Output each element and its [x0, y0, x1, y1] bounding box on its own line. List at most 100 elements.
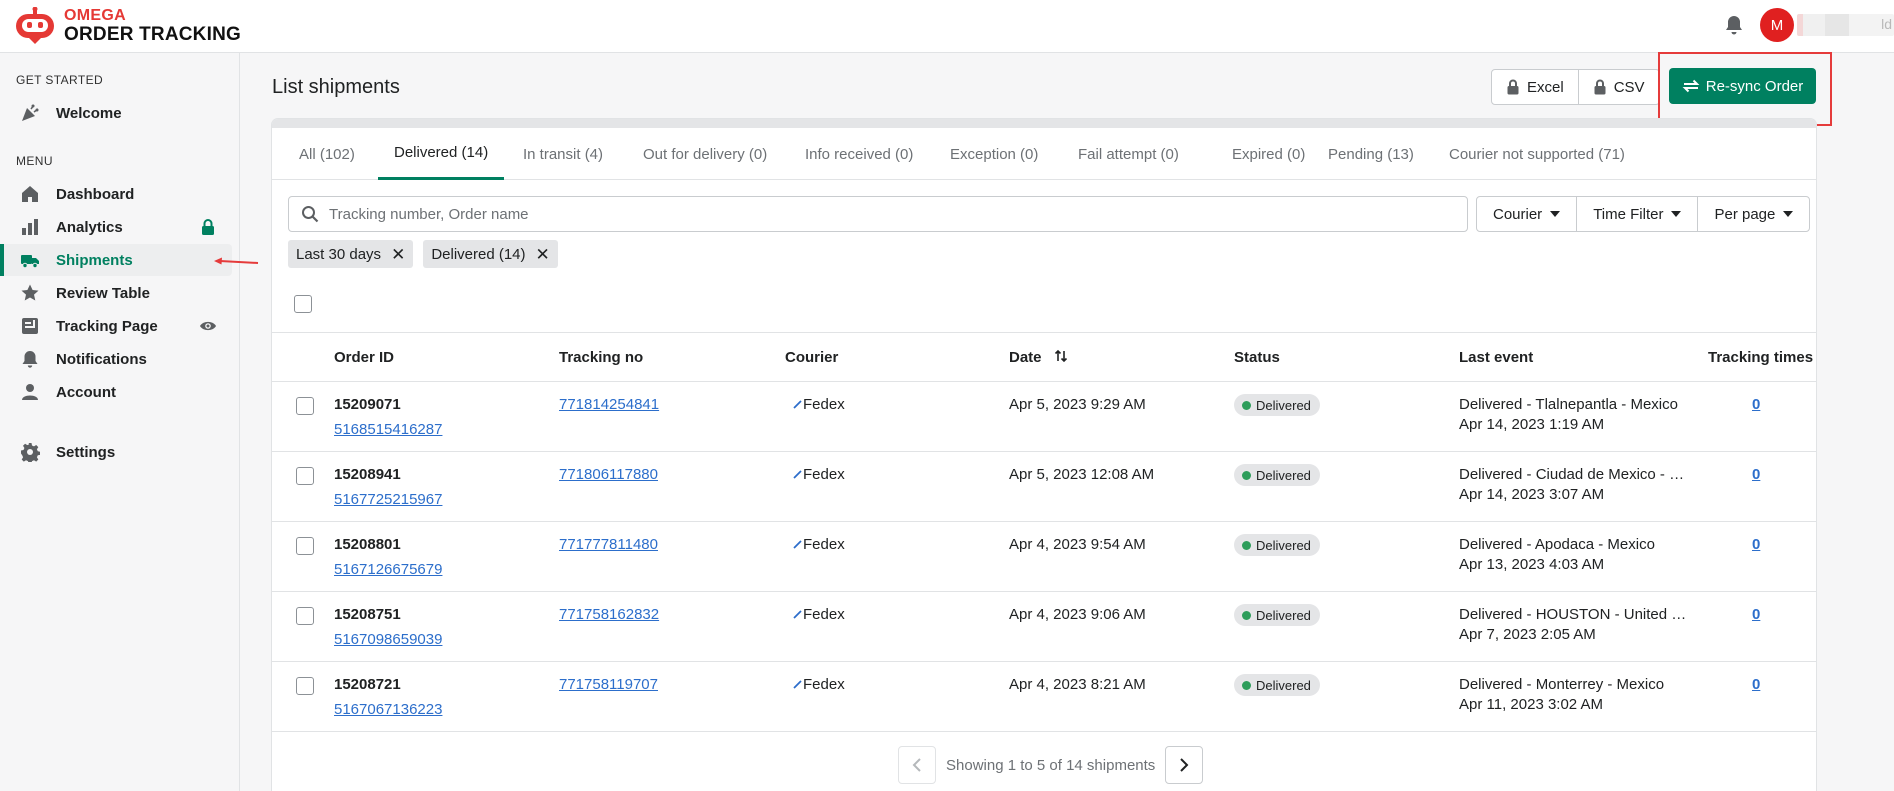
search-input[interactable]: [329, 205, 1429, 223]
last-event-text: Delivered - Monterrey - Mexico: [1459, 676, 1665, 693]
sidebar-item-review-table[interactable]: Review Table: [0, 277, 232, 309]
sidebar-item-shipments[interactable]: Shipments: [0, 244, 232, 276]
order-name-link[interactable]: 5167725215967: [334, 491, 442, 508]
user-name-blurred[interactable]: ld: [1797, 14, 1894, 36]
header-tracking-no: Tracking no: [559, 349, 644, 366]
tab-fail-attempt[interactable]: Fail attempt (0): [1062, 128, 1195, 180]
gear-icon: [20, 442, 41, 464]
sidebar-item-label: Notifications: [56, 350, 147, 368]
last-event-text: Delivered - Ciudad de Mexico - M...: [1459, 466, 1689, 483]
tracking-times-link[interactable]: 0: [1752, 676, 1760, 693]
close-icon[interactable]: ✕: [536, 246, 550, 263]
user-avatar[interactable]: M: [1760, 8, 1794, 42]
sidebar-item-analytics[interactable]: Analytics: [0, 211, 232, 243]
tracking-times-link[interactable]: 0: [1752, 536, 1760, 553]
excel-label: Excel: [1527, 78, 1564, 96]
tracking-times-link[interactable]: 0: [1752, 606, 1760, 623]
tracking-number-link[interactable]: 771777811480: [559, 536, 658, 553]
tracking-number-link[interactable]: 771758119707: [559, 676, 658, 693]
close-icon[interactable]: ✕: [391, 246, 405, 263]
sidebar-item-dashboard[interactable]: Dashboard: [0, 178, 232, 210]
pencil-icon: [793, 676, 803, 689]
sidebar-item-tracking-page[interactable]: Tracking Page: [0, 310, 232, 342]
shipments-card: All (102) Delivered (14) In transit (4) …: [272, 119, 1816, 791]
tab-pending[interactable]: Pending (13): [1312, 128, 1430, 180]
row-checkbox[interactable]: [296, 397, 314, 415]
status-label: Delivered: [1256, 467, 1311, 483]
row-checkbox[interactable]: [296, 607, 314, 625]
tracking-number-link[interactable]: 771806117880: [559, 466, 658, 483]
sidebar-item-welcome[interactable]: Welcome: [0, 97, 232, 129]
eye-icon[interactable]: [199, 317, 217, 335]
sidebar-item-account[interactable]: Account: [0, 376, 232, 408]
tab-info-received[interactable]: Info received (0): [789, 128, 929, 180]
tracking-times-link[interactable]: 0: [1752, 466, 1760, 483]
sidebar-item-label: Analytics: [56, 218, 123, 236]
courier-cell[interactable]: Fedex: [793, 606, 845, 623]
tab-all[interactable]: All (102): [283, 128, 371, 180]
row-checkbox[interactable]: [296, 537, 314, 555]
select-all-checkbox[interactable]: [294, 295, 312, 313]
table-row: 15209071 5168515416287 771814254841 Fede…: [272, 382, 1816, 452]
tab-out-for-delivery[interactable]: Out for delivery (0): [627, 128, 783, 180]
courier-filter-button[interactable]: Courier: [1477, 197, 1576, 231]
status-dot-icon: [1242, 610, 1251, 620]
sidebar-item-notifications[interactable]: Notifications: [0, 343, 232, 375]
date-cell: Apr 4, 2023 8:21 AM: [1009, 676, 1146, 693]
resync-order-button[interactable]: Re-sync Order: [1669, 68, 1816, 104]
bell-icon[interactable]: [1723, 14, 1745, 36]
last-event-date: Apr 7, 2023 2:05 AM: [1459, 626, 1596, 643]
export-csv-button[interactable]: CSV: [1577, 70, 1659, 104]
courier-cell[interactable]: Fedex: [793, 466, 845, 483]
status-label: Delivered: [1256, 607, 1311, 623]
order-name-link[interactable]: 5167126675679: [334, 561, 442, 578]
active-indicator: [0, 244, 4, 276]
tracking-times-link[interactable]: 0: [1752, 396, 1760, 413]
section-title-get-started: GET STARTED: [16, 73, 104, 87]
party-icon: [20, 103, 40, 123]
order-id: 15209071: [334, 396, 401, 413]
courier-cell[interactable]: Fedex: [793, 676, 845, 693]
sidebar-item-label: Review Table: [56, 284, 150, 302]
status-dot-icon: [1242, 400, 1251, 410]
status-dot-icon: [1242, 680, 1251, 690]
time-filter-button[interactable]: Time Filter: [1576, 197, 1697, 231]
order-name-link[interactable]: 5167098659039: [334, 631, 442, 648]
row-checkbox[interactable]: [296, 467, 314, 485]
order-id: 15208941: [334, 466, 401, 483]
courier-cell[interactable]: Fedex: [793, 536, 845, 553]
search-icon: [302, 206, 319, 223]
sync-icon: [1682, 79, 1700, 93]
tab-expired[interactable]: Expired (0): [1216, 128, 1321, 180]
tab-delivered[interactable]: Delivered (14): [378, 128, 505, 180]
table-header: Order ID Tracking no Courier Date Status…: [272, 332, 1816, 382]
per-page-button[interactable]: Per page: [1697, 197, 1809, 231]
header-date[interactable]: Date: [1009, 349, 1068, 366]
row-checkbox[interactable]: [296, 677, 314, 695]
tab-courier-not-supported[interactable]: Courier not supported (71): [1433, 128, 1641, 180]
order-name-link[interactable]: 5167067136223: [334, 701, 442, 718]
order-name-link[interactable]: 5168515416287: [334, 421, 442, 438]
tracking-number-link[interactable]: 771758162832: [559, 606, 659, 623]
bar-chart-icon: [20, 217, 40, 237]
order-id: 15208751: [334, 606, 401, 623]
tracking-number-link[interactable]: 771814254841: [559, 396, 659, 413]
sidebar-item-settings[interactable]: Settings: [0, 436, 232, 468]
courier-name: Fedex: [803, 466, 845, 483]
tab-exception[interactable]: Exception (0): [934, 128, 1054, 180]
courier-cell[interactable]: Fedex: [793, 396, 845, 413]
lock-icon: [1594, 79, 1606, 95]
robot-logo-icon: [14, 6, 56, 45]
tracking-page-icon: [20, 316, 40, 336]
export-excel-button[interactable]: Excel: [1492, 70, 1578, 104]
time-filter-label: Time Filter: [1593, 205, 1664, 223]
tab-in-transit[interactable]: In transit (4): [507, 128, 619, 180]
status-badge: Delivered: [1234, 464, 1320, 486]
app-logo[interactable]: OMEGA ORDER TRACKING: [14, 6, 241, 46]
date-cell: Apr 4, 2023 9:06 AM: [1009, 606, 1146, 623]
pencil-icon: [793, 396, 803, 409]
filter-group: Courier Time Filter Per page: [1476, 196, 1811, 232]
sidebar-item-label: Dashboard: [56, 185, 135, 203]
next-page-button[interactable]: [1165, 746, 1204, 784]
prev-page-button[interactable]: [898, 746, 936, 784]
